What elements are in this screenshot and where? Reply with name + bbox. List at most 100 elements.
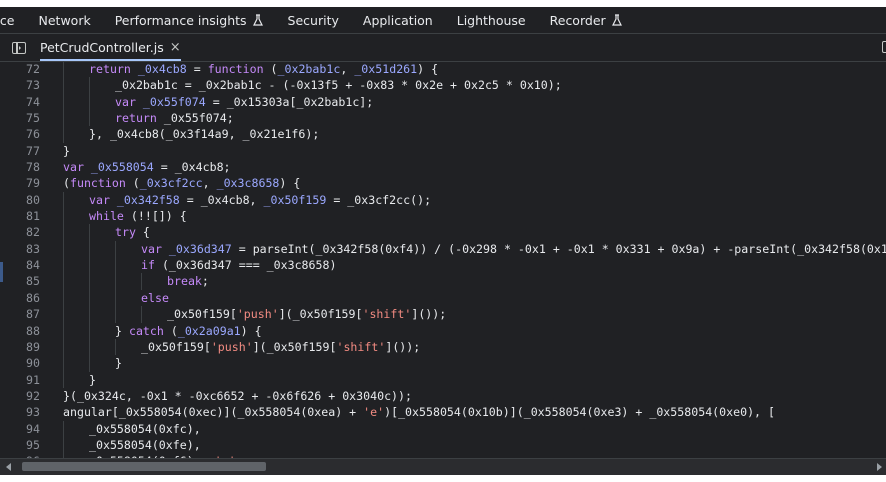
horizontal-scrollbar[interactable] (0, 458, 886, 475)
code-token: _0x4cb8 (137, 62, 187, 76)
tab-label: Recorder (549, 12, 606, 28)
tab-security[interactable]: Security (276, 7, 351, 33)
line-number[interactable]: 90 (0, 355, 40, 371)
code-token: while (89, 209, 124, 224)
code-token: } (115, 356, 122, 371)
code-token: ]()); (411, 307, 447, 322)
code-token: ( (163, 323, 178, 338)
line-number[interactable]: 92 (0, 388, 40, 404)
code-token: = (186, 62, 208, 76)
scroll-left-icon[interactable] (6, 463, 11, 471)
tab-lighthouse[interactable]: Lighthouse (445, 7, 538, 33)
line-number[interactable]: 78 (0, 159, 40, 175)
code-line[interactable]: 82 try { (0, 224, 886, 241)
code-line[interactable]: 72 return _0x4cb8 = function (_0x2bab1c, … (0, 61, 886, 78)
code-line[interactable]: 91} (0, 371, 886, 388)
tab-application[interactable]: Application (351, 7, 445, 33)
code-line[interactable]: 87 _0x50f159['push'](_0x50f159['shift']()… (0, 306, 886, 323)
indent-guide (63, 338, 64, 356)
code-line[interactable]: 93 angular[_0x558054(0xec)](_0x558054(0xe… (0, 404, 886, 420)
code-line[interactable]: 92 }(_0x324c, -0x1 * -0xc6652 + -0x6f626 … (0, 388, 886, 404)
indent-guide (89, 338, 90, 356)
code-token: 'e' (363, 405, 385, 420)
code-line[interactable]: 74 var _0x55f074 = _0x15303a[_0x2bab1c]; (0, 93, 886, 111)
tab-nce[interactable]: nce (0, 7, 27, 33)
line-number[interactable]: 72 (0, 61, 40, 77)
line-number[interactable]: 87 (0, 306, 40, 322)
code-token: 'push' (236, 307, 279, 322)
code-token: ](_0x50f159[ (278, 307, 363, 322)
code-text: return _0x4cb8 = function (_0x2bab1c, _0… (89, 61, 438, 77)
line-number[interactable]: 76 (0, 126, 40, 142)
indent-guide (89, 224, 90, 241)
code-line[interactable]: 90} (0, 355, 886, 372)
tab-network[interactable]: Network (27, 7, 103, 33)
code-line[interactable]: 84 if (_0x36d347 === _0x3c8658) (0, 257, 886, 274)
line-number[interactable]: 88 (0, 323, 40, 339)
code-line[interactable]: 77} (0, 143, 886, 159)
code-line[interactable]: 95 _0x558054(0xfe), (0, 436, 886, 454)
code-line[interactable]: 78 var _0x558054 = _0x4cb8; (0, 159, 886, 175)
line-number[interactable]: 77 (0, 143, 40, 159)
line-number[interactable]: 84 (0, 257, 40, 273)
code-line[interactable]: 86 else (0, 289, 886, 307)
code-token: }(_0x324c, -0x1 * -0xc6652 + -0x6f626 + … (63, 388, 413, 403)
line-number[interactable]: 85 (0, 273, 40, 289)
line-number[interactable]: 82 (0, 224, 40, 240)
code-line[interactable]: 80 var _0x342f58 = _0x4cb8, _0x50f159 = _… (0, 191, 886, 209)
code-line[interactable]: 88} catch (_0x2a09a1) { (0, 322, 886, 339)
code-token: = parseInt(_0x342f58(0xf4)) / (-0x298 * … (231, 241, 886, 256)
code-line[interactable]: 79 (function (_0x3cf2cc, _0x3c8658) { (0, 175, 886, 191)
code-token: return (89, 62, 138, 76)
code-text: else (141, 290, 169, 306)
line-number[interactable]: 94 (0, 421, 40, 437)
line-number[interactable]: 79 (0, 175, 40, 191)
close-icon[interactable]: × (170, 40, 181, 55)
code-line[interactable]: 85 break; (0, 273, 886, 290)
code-text: break; (167, 273, 209, 289)
code-line[interactable]: 94 _0x558054(0xfc), (0, 420, 886, 437)
line-number[interactable]: 89 (0, 339, 40, 355)
code-editor[interactable]: 72 return _0x4cb8 = function (_0x2bab1c, … (0, 61, 886, 459)
code-text: var _0x55f074 = _0x15303a[_0x2bab1c]; (115, 94, 373, 110)
code-token: , (202, 176, 217, 191)
tab-recorder[interactable]: Recorder (538, 7, 635, 33)
scrollbar-thumb[interactable] (22, 462, 266, 471)
file-tab-petcrudcontroller[interactable]: PetCrudController.js × (40, 34, 181, 61)
code-line[interactable]: 76}, _0x4cb8(_0x3f14a9, _0x21e1f6); (0, 126, 886, 143)
indent-guide (63, 306, 64, 323)
code-token: if (141, 258, 155, 273)
code-token: = _0x15303a[_0x2bab1c]; (205, 94, 374, 109)
devtools-tab-bar: nce Network Performance insights Security Ap… (0, 7, 886, 34)
tab-performance-insights[interactable]: Performance insights (103, 7, 276, 33)
code-line[interactable]: 83 var _0x36d347 = parseInt(_0x342f58(0xf… (0, 240, 886, 258)
line-number[interactable]: 86 (0, 290, 40, 306)
tab-label: Application (362, 12, 433, 28)
line-number[interactable]: 95 (0, 437, 40, 453)
code-token: ; (201, 274, 209, 289)
toggle-navigator-icon[interactable] (12, 41, 26, 54)
line-number[interactable]: 75 (0, 110, 40, 126)
line-number[interactable]: 81 (0, 208, 40, 224)
line-number[interactable]: 73 (0, 77, 40, 93)
indent-guide (63, 126, 64, 143)
indent-guide (63, 436, 64, 454)
code-text: (function (_0x3cf2cc, _0x3c8658) { (63, 175, 300, 191)
code-token: var (115, 94, 143, 109)
code-token: _0x3cf2cc (139, 176, 203, 191)
code-token: } (89, 372, 96, 387)
line-number[interactable]: 93 (0, 404, 40, 420)
line-number[interactable]: 80 (0, 192, 40, 208)
code-line[interactable]: 89 _0x50f159['push'](_0x50f159['shift']()… (0, 338, 886, 356)
line-number[interactable]: 83 (0, 241, 40, 257)
code-line[interactable]: 81 while (!![]) { (0, 208, 886, 225)
code-token: angular[_0x558054(0xec)](_0x558054(0xea)… (63, 405, 364, 420)
scroll-right-icon[interactable] (877, 463, 882, 471)
toggle-debugger-icon[interactable] (882, 41, 886, 53)
code-line[interactable]: 73 _0x2bab1c = _0x2bab1c - (-0x13f5 + -0x… (0, 77, 886, 94)
code-token: _0x2a09a1 (177, 323, 241, 338)
code-text: var _0x558054 = _0x4cb8; (63, 159, 231, 175)
code-line[interactable]: 75 return _0x55f074; (0, 110, 886, 127)
line-number[interactable]: 74 (0, 94, 40, 110)
line-number[interactable]: 91 (0, 372, 40, 388)
